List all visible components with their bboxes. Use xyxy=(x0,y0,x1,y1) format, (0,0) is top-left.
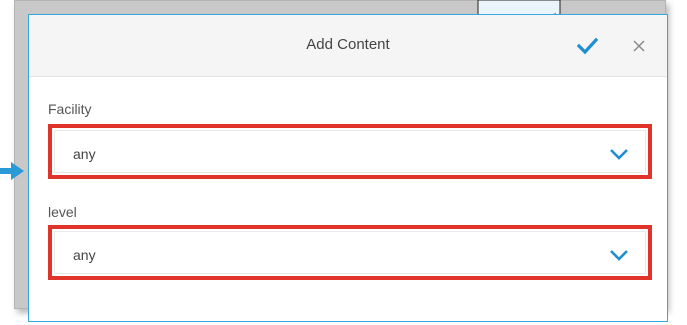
chevron-down-icon xyxy=(610,250,628,261)
checkmark-icon xyxy=(576,37,599,55)
dialog-header: Add Content xyxy=(29,15,667,77)
facility-select[interactable]: any xyxy=(48,124,652,179)
pointer-arrow-icon xyxy=(0,162,24,180)
level-label: level xyxy=(48,204,77,220)
level-select[interactable]: any xyxy=(48,225,652,280)
confirm-button[interactable] xyxy=(576,36,600,56)
facility-label: Facility xyxy=(48,101,92,117)
chevron-down-icon xyxy=(610,149,628,160)
facility-select-inner: any xyxy=(54,130,646,173)
facility-select-value: any xyxy=(73,146,96,162)
close-icon xyxy=(633,40,645,52)
close-button[interactable] xyxy=(630,37,648,55)
level-select-value: any xyxy=(73,247,96,263)
level-select-inner: any xyxy=(54,231,646,274)
add-content-dialog: Add Content Facility any level any xyxy=(28,14,668,322)
dialog-title: Add Content xyxy=(306,36,390,53)
